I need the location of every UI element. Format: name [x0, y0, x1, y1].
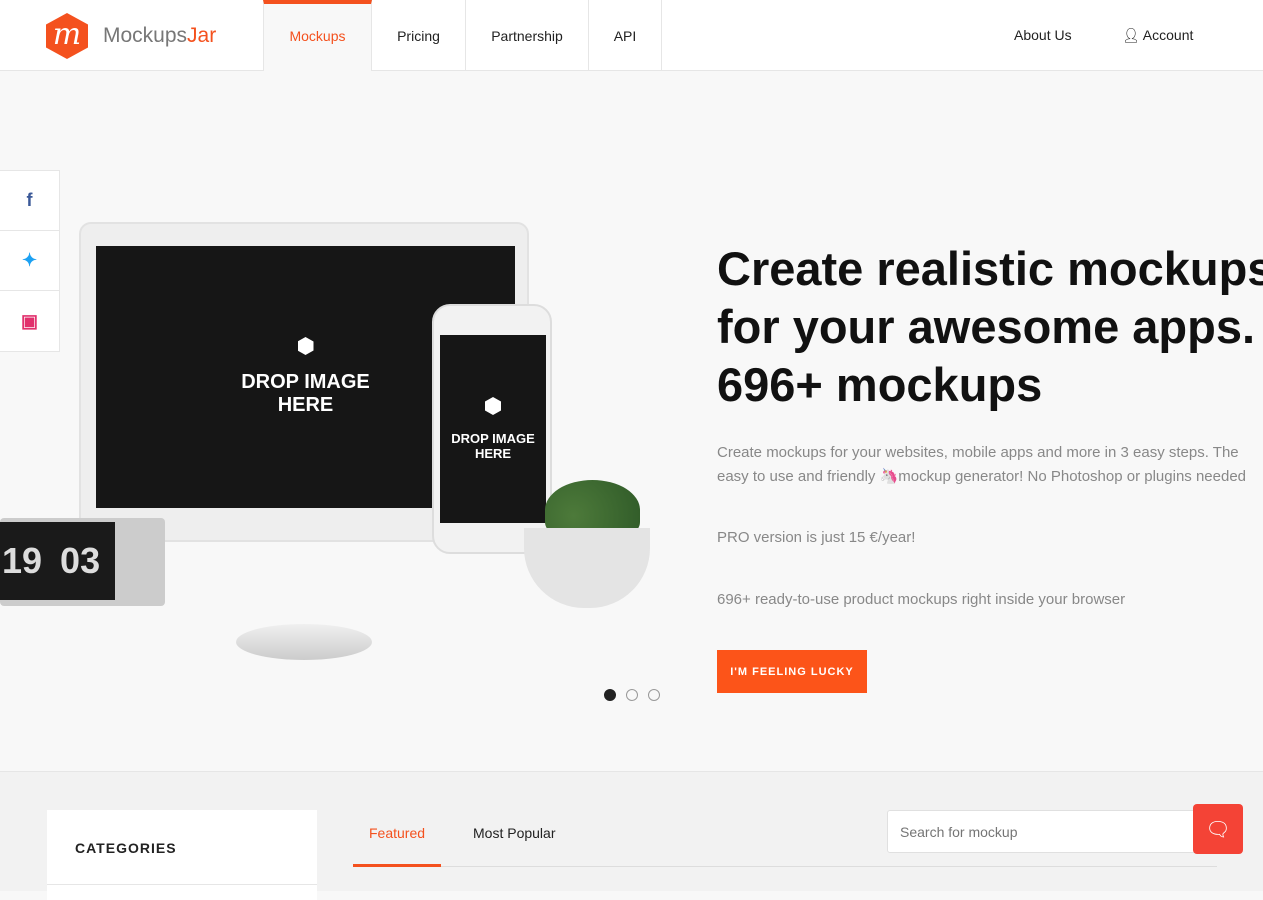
chat-button[interactable]: 🗨︎ [1193, 804, 1243, 854]
active-tab-indicator [353, 864, 441, 867]
brand-b: Jar [187, 24, 217, 47]
main-nav: Mockups Pricing Partnership API [263, 0, 662, 71]
drop-label: HERE [277, 394, 334, 416]
catalog-section: CATEGORIES Featured Most Popular 🗨︎ [0, 771, 1263, 900]
phone-drop-zone[interactable]: DROP IMAGE HERE [440, 335, 546, 523]
clock-minutes: 03 [60, 540, 101, 581]
pot-prop [524, 528, 650, 608]
desc-line: easy to use and friendly 🦄mockup generat… [717, 468, 1247, 485]
slide-dot[interactable] [648, 689, 660, 701]
clock-face: 19 03 [0, 522, 115, 600]
feeling-lucky-button[interactable]: I'M FEELING LUCKY [717, 650, 867, 693]
title-line: for your awesome apps. [717, 300, 1256, 353]
pro-text: PRO version is just 15 €/year! [717, 529, 916, 546]
chat-icon: 🗨︎ [1205, 818, 1231, 841]
instagram-icon[interactable]: ▣ [0, 291, 59, 351]
nav-api[interactable]: API [589, 0, 662, 71]
tab-most-popular[interactable]: Most Popular [473, 825, 555, 841]
facebook-icon[interactable]: f [0, 171, 59, 231]
title-line: Create realistic mockups [717, 242, 1263, 295]
logo-icon [297, 337, 314, 355]
social-bar: f ✦ ▣ [0, 170, 60, 352]
logo[interactable]: m MockupsJar [46, 13, 216, 59]
categories-heading: CATEGORIES [75, 840, 177, 856]
tab-featured[interactable]: Featured [369, 825, 425, 841]
twitter-icon[interactable]: ✦ [0, 231, 59, 291]
hero-title: Create realistic mockups for your awesome… [717, 240, 1263, 414]
nav-partnership[interactable]: Partnership [466, 0, 589, 71]
slide-dot[interactable] [604, 689, 616, 701]
clock-hours: 19 [2, 540, 43, 581]
ready-text: 696+ ready-to-use product mockups right … [717, 591, 1126, 608]
hero-description: Create mockups for your websites, mobile… [717, 441, 1246, 489]
drop-label: HERE [474, 446, 512, 461]
slider-dots [604, 689, 660, 701]
brand-name: MockupsJar [103, 24, 216, 48]
desc-line: Create mockups for your websites, mobile… [717, 444, 1239, 461]
nav-mockups[interactable]: Mockups [263, 0, 372, 71]
logo-icon: m [46, 13, 88, 59]
about-us-link[interactable]: About Us [1014, 27, 1072, 43]
nav-pricing[interactable]: Pricing [372, 0, 466, 71]
header: m MockupsJar Mockups Pricing Partnership… [0, 0, 1263, 71]
brand-a: Mockups [103, 24, 188, 47]
drop-label: DROP IMAGE [241, 371, 370, 393]
divider [47, 884, 317, 885]
title-line: 696+ mockups [717, 358, 1043, 411]
drop-label: DROP IMAGE [451, 431, 535, 446]
mouse-prop [236, 624, 372, 660]
account-link[interactable]: 👤︎ Account [1122, 27, 1193, 44]
search-input[interactable] [887, 810, 1207, 853]
account-label: Account [1142, 27, 1194, 43]
logo-icon [485, 397, 501, 415]
categories-panel: CATEGORIES [47, 810, 317, 900]
user-icon: 👤︎ [1122, 27, 1140, 43]
slide-dot[interactable] [626, 689, 638, 701]
